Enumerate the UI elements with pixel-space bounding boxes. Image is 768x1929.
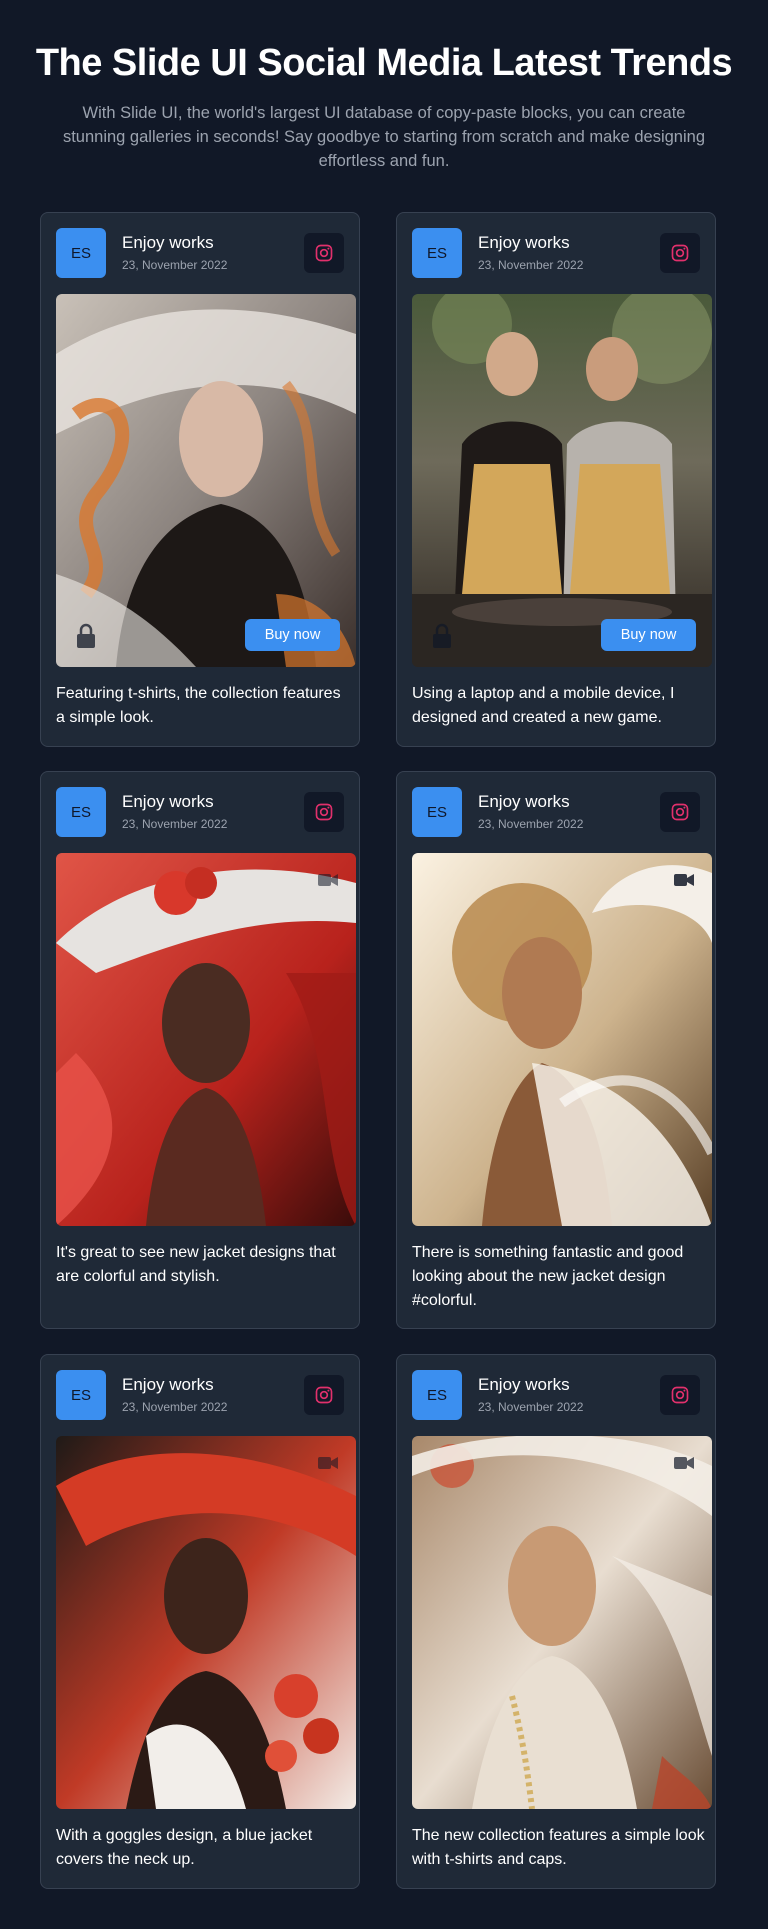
post-image[interactable] bbox=[412, 853, 712, 1226]
buy-now-button[interactable]: Buy now bbox=[245, 619, 340, 651]
author-name[interactable]: Enjoy works bbox=[478, 792, 570, 812]
card-header: ES Enjoy works 23, November 2022 bbox=[56, 228, 344, 278]
post-image[interactable]: Buy now bbox=[56, 294, 356, 667]
card-header: ES Enjoy works 23, November 2022 bbox=[412, 228, 700, 278]
instagram-button[interactable] bbox=[304, 233, 344, 273]
instagram-button[interactable] bbox=[660, 1375, 700, 1415]
post-card: ES Enjoy works 23, November 2022 The new… bbox=[396, 1354, 716, 1889]
video-camera-icon bbox=[318, 874, 338, 886]
video-camera-icon bbox=[674, 874, 694, 886]
instagram-icon bbox=[671, 1386, 689, 1404]
post-date: 23, November 2022 bbox=[478, 1400, 584, 1414]
instagram-button[interactable] bbox=[660, 792, 700, 832]
avatar[interactable]: ES bbox=[56, 787, 106, 837]
video-camera-icon bbox=[674, 1457, 694, 1469]
post-date: 23, November 2022 bbox=[122, 817, 228, 831]
woman-flowing-hair-photo bbox=[56, 294, 356, 667]
card-header: ES Enjoy works 23, November 2022 bbox=[412, 787, 700, 837]
card-header: ES Enjoy works 23, November 2022 bbox=[56, 787, 344, 837]
post-image[interactable] bbox=[56, 1436, 356, 1809]
post-caption: Featuring t-shirts, the collection featu… bbox=[56, 685, 341, 726]
post-image[interactable] bbox=[412, 1436, 712, 1809]
post-card: ES Enjoy works 23, November 2022 Buy now… bbox=[396, 212, 716, 747]
post-card: ES Enjoy works 23, November 2022 It's gr… bbox=[40, 771, 360, 1329]
instagram-button[interactable] bbox=[304, 1375, 344, 1415]
post-date: 23, November 2022 bbox=[478, 817, 584, 831]
post-caption: Using a laptop and a mobile device, I de… bbox=[412, 685, 675, 726]
buy-now-button[interactable]: Buy now bbox=[601, 619, 696, 651]
post-date: 23, November 2022 bbox=[478, 258, 584, 272]
post-caption: There is something fantastic and good lo… bbox=[412, 1244, 684, 1309]
video-camera-icon bbox=[318, 1457, 338, 1469]
avatar[interactable]: ES bbox=[412, 1370, 462, 1420]
author-name[interactable]: Enjoy works bbox=[122, 233, 214, 253]
woman-red-hat-roses-photo bbox=[56, 1436, 356, 1809]
avatar[interactable]: ES bbox=[56, 1370, 106, 1420]
avatar[interactable]: ES bbox=[412, 228, 462, 278]
author-name[interactable]: Enjoy works bbox=[478, 233, 570, 253]
couple-cooking-photo bbox=[412, 294, 712, 667]
post-caption: With a goggles design, a blue jacket cov… bbox=[56, 1827, 313, 1868]
instagram-icon bbox=[315, 1386, 333, 1404]
woman-red-hat-photo bbox=[56, 853, 356, 1226]
avatar[interactable]: ES bbox=[412, 787, 462, 837]
avatar[interactable]: ES bbox=[56, 228, 106, 278]
lock-icon bbox=[77, 623, 95, 648]
post-card: ES Enjoy works 23, November 2022 There i… bbox=[396, 771, 716, 1329]
instagram-icon bbox=[315, 244, 333, 262]
instagram-button[interactable] bbox=[660, 233, 700, 273]
card-header: ES Enjoy works 23, November 2022 bbox=[412, 1370, 700, 1420]
instagram-button[interactable] bbox=[304, 792, 344, 832]
author-name[interactable]: Enjoy works bbox=[122, 1375, 214, 1395]
post-card: ES Enjoy works 23, November 2022 With a … bbox=[40, 1354, 360, 1889]
woman-sheer-veil-photo bbox=[412, 1436, 712, 1809]
post-date: 23, November 2022 bbox=[122, 258, 228, 272]
author-name[interactable]: Enjoy works bbox=[478, 1375, 570, 1395]
page-title: The Slide UI Social Media Latest Trends bbox=[35, 42, 733, 84]
woman-white-veil-photo bbox=[412, 853, 712, 1226]
post-image[interactable] bbox=[56, 853, 356, 1226]
page-subtitle: With Slide UI, the world's largest UI da… bbox=[62, 104, 706, 170]
post-date: 23, November 2022 bbox=[122, 1400, 228, 1414]
post-caption: It's great to see new jacket designs tha… bbox=[56, 1244, 336, 1285]
page-header: The Slide UI Social Media Latest Trends … bbox=[0, 0, 768, 173]
card-header: ES Enjoy works 23, November 2022 bbox=[56, 1370, 344, 1420]
instagram-icon bbox=[315, 803, 333, 821]
lock-icon bbox=[433, 623, 451, 648]
author-name[interactable]: Enjoy works bbox=[122, 792, 214, 812]
instagram-icon bbox=[671, 244, 689, 262]
post-card: ES Enjoy works 23, November 2022 Buy now… bbox=[40, 212, 360, 747]
post-caption: The new collection features a simple loo… bbox=[412, 1827, 705, 1868]
post-image[interactable]: Buy now bbox=[412, 294, 712, 667]
instagram-icon bbox=[671, 803, 689, 821]
